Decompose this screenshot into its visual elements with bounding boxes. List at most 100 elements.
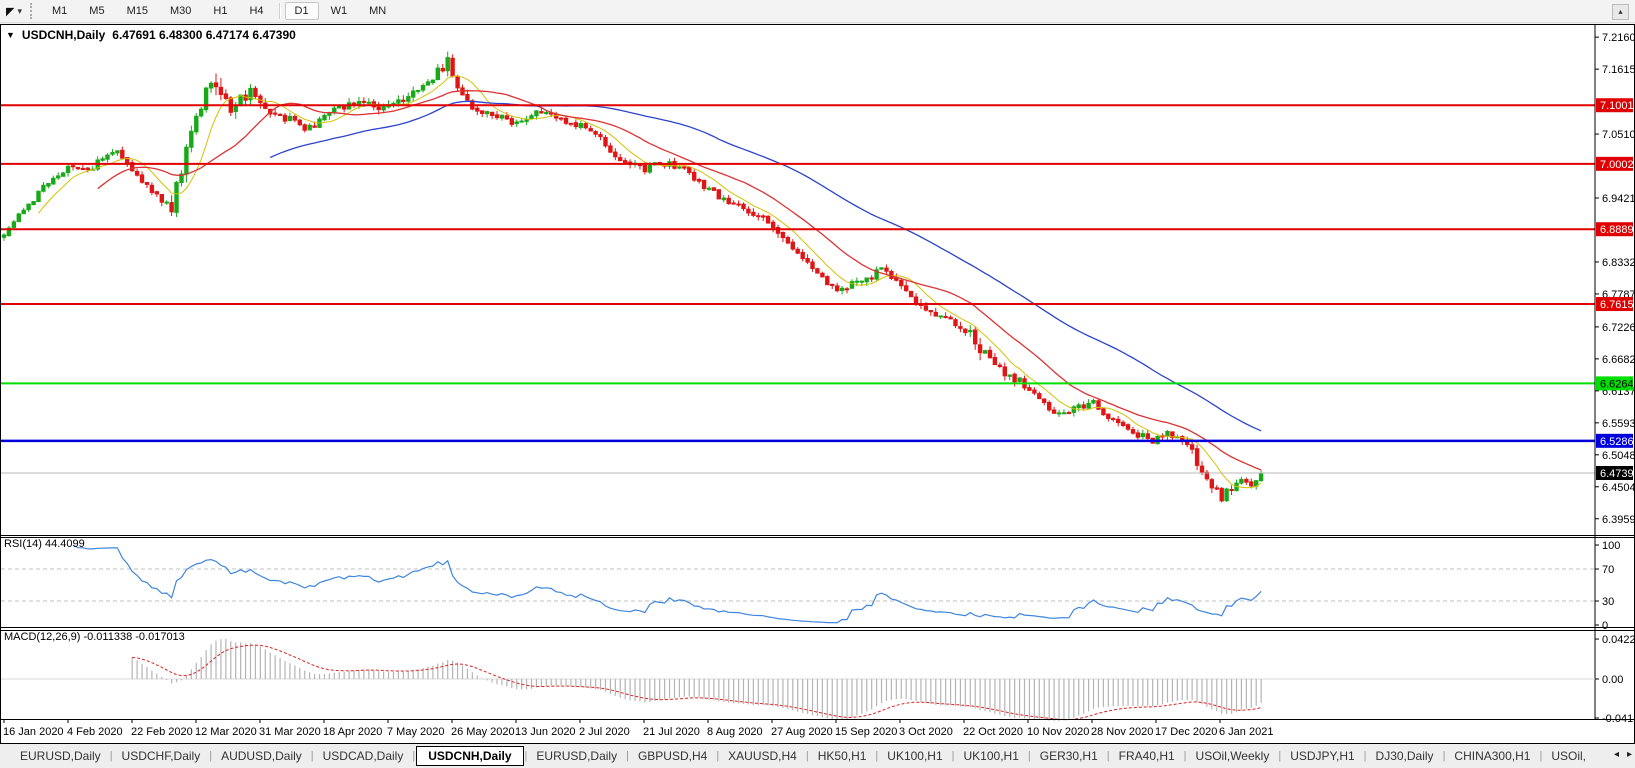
- tab-separator: |: [951, 750, 955, 762]
- tab-separator: |: [109, 750, 113, 762]
- tab-separator: |: [1278, 750, 1282, 762]
- timeframe-button-h1[interactable]: H1: [203, 2, 237, 20]
- chart-tab-usdcnh-daily[interactable]: USDCNH,Daily: [416, 746, 524, 766]
- tab-separator: |: [1183, 750, 1187, 762]
- macd-tick-label: 0.00: [1602, 674, 1623, 686]
- level-badge-6.76157-text: 6.76157: [1600, 299, 1634, 311]
- toolbar-overflow-button[interactable]: ▴: [1612, 4, 1629, 20]
- date-label: 22 Feb 2020: [131, 726, 193, 738]
- chart-symbol-period: USDCNH,Daily: [21, 28, 106, 42]
- date-label: 31 Mar 2020: [259, 726, 321, 738]
- date-label: 22 Oct 2020: [963, 726, 1023, 738]
- tab-separator: |: [209, 750, 213, 762]
- chart-tab-usdcad-daily[interactable]: USDCAD,Daily: [315, 747, 412, 765]
- tab-separator: |: [1539, 750, 1543, 762]
- price-tick-label: 6.50485: [1602, 450, 1634, 462]
- price-tick-label: 7.16155: [1602, 64, 1634, 76]
- price-tick-label: 6.55930: [1602, 418, 1634, 430]
- chart-tab-usoil-[interactable]: USOil,: [1543, 747, 1594, 765]
- moving-average-lines: [38, 75, 1262, 489]
- timeframe-button-group: M1 M5 M15 M30 H1 H4 D1 W1 MN: [41, 2, 397, 20]
- price-tick-label: 6.83320: [1602, 257, 1634, 269]
- date-label: 2 Jul 2020: [579, 726, 630, 738]
- tab-separator: |: [805, 750, 809, 762]
- macd-histogram: [131, 639, 1262, 722]
- timeframe-button-d1[interactable]: D1: [284, 2, 319, 20]
- toolbar-drag-handle[interactable]: [30, 3, 37, 19]
- timeframe-button-w1[interactable]: W1: [321, 2, 358, 20]
- rsi-indicator-label: RSI(14) 44.4099: [4, 538, 85, 550]
- chart-tab-eurusd-daily[interactable]: EURUSD,Daily: [12, 747, 109, 765]
- date-label: 4 Feb 2020: [67, 726, 123, 738]
- date-label: 26 May 2020: [451, 726, 515, 738]
- date-label: 18 Apr 2020: [323, 726, 382, 738]
- chart-tab-uk100-h1[interactable]: UK100,H1: [879, 747, 950, 765]
- chart-tabs: EURUSD,Daily | USDCHF,Daily | AUDUSD,Daily | U…: [12, 746, 1594, 766]
- chart-ohlc-values: 6.47691 6.48300 6.47174 6.47390: [112, 28, 296, 42]
- rsi-pane: 100 70 30 0: [1, 540, 1620, 632]
- chart-tab-ger30-h1[interactable]: GER30,H1: [1032, 747, 1106, 765]
- level-badge-6.52865-text: 6.52865: [1600, 436, 1634, 448]
- tab-separator: |: [310, 750, 314, 762]
- date-label: 21 Jul 2020: [643, 726, 700, 738]
- chart-tab-fra40-h1[interactable]: FRA40,H1: [1111, 747, 1183, 765]
- tab-separator: |: [524, 750, 528, 762]
- chart-tab-dj30-daily[interactable]: DJ30,Daily: [1368, 747, 1442, 765]
- chart-tab-gbpusd-h4[interactable]: GBPUSD,H4: [630, 747, 715, 765]
- chart-tab-uk100-h1[interactable]: UK100,H1: [956, 747, 1027, 765]
- toolbar-separator: [278, 3, 280, 19]
- macd-indicator-label: MACD(12,26,9) -0.011338 -0.017013: [4, 631, 185, 643]
- chart-tab-audusd-daily[interactable]: AUDUSD,Daily: [213, 747, 310, 765]
- chart-tab-xauusd-h4[interactable]: XAUUSD,H4: [720, 747, 805, 765]
- horizontal-levels: [1, 104, 1595, 443]
- price-tick-label: 6.45040: [1602, 482, 1634, 494]
- timeframe-button-m5[interactable]: M5: [79, 2, 114, 20]
- tab-separator: |: [716, 750, 720, 762]
- tab-scroll-right-icon[interactable]: ▸: [1627, 749, 1632, 760]
- date-label: 27 Aug 2020: [771, 726, 833, 738]
- price-tick-label: 7.21600: [1602, 32, 1634, 44]
- date-label: 8 Aug 2020: [707, 726, 763, 738]
- tab-separator: |: [875, 750, 879, 762]
- time-axis: 16 Jan 2020 4 Feb 2020 22 Feb 2020 12 Mar 2…: [1, 719, 1634, 738]
- price-tick-label: 7.05100: [1602, 129, 1634, 141]
- chart-canvas[interactable]: 7.216007.161557.051006.942106.833206.778…: [1, 25, 1634, 741]
- chevron-down-icon: ▾: [17, 5, 22, 16]
- rsi-tick-label: 0: [1602, 620, 1608, 632]
- date-label: 16 Jan 2020: [3, 726, 64, 738]
- top-toolbar: ◤ ▾ M1 M5 M15 M30 H1 H4 D1 W1 MN ▴: [0, 0, 1635, 23]
- macd-tick-label: 0.042275: [1602, 634, 1634, 646]
- date-label: 10 Nov 2020: [1027, 726, 1089, 738]
- chart-tab-usdchf-daily[interactable]: USDCHF,Daily: [114, 747, 209, 765]
- timeframe-button-m30[interactable]: M30: [160, 2, 201, 20]
- date-label: 28 Nov 2020: [1091, 726, 1153, 738]
- cursor-tool-button[interactable]: ◤ ▾: [0, 5, 28, 18]
- chart-title[interactable]: ▼ USDCNH,Daily 6.47691 6.48300 6.47174 6…: [6, 28, 296, 42]
- timeframe-button-mn[interactable]: MN: [359, 2, 396, 20]
- ma-8-line: [38, 75, 1262, 489]
- price-tick-label: 6.94210: [1602, 193, 1634, 205]
- timeframe-button-m15[interactable]: M15: [117, 2, 158, 20]
- date-label: 13 Jun 2020: [515, 726, 576, 738]
- price-axis: 7.216007.161557.051006.942106.833206.778…: [1594, 25, 1634, 719]
- timeframe-button-h4[interactable]: H4: [239, 2, 273, 20]
- tab-scroll-left-icon[interactable]: ◂: [1614, 749, 1619, 760]
- chart-tab-eurusd-daily[interactable]: EURUSD,Daily: [528, 747, 625, 765]
- date-label: 6 Jan 2021: [1219, 726, 1273, 738]
- chart-tab-china300-h1[interactable]: CHINA300,H1: [1446, 747, 1538, 765]
- level-badge-7.00029-text: 7.00029: [1600, 159, 1634, 171]
- chart-tab-hk50-h1[interactable]: HK50,H1: [810, 747, 875, 765]
- ma-55-line: [269, 100, 1262, 432]
- chart-tab-usoil-weekly[interactable]: USOil,Weekly: [1188, 747, 1278, 765]
- timeframe-button-m1[interactable]: M1: [42, 2, 77, 20]
- price-tick-label: 6.66820: [1602, 354, 1634, 366]
- date-label: 12 Mar 2020: [195, 726, 257, 738]
- price-tick-label: 6.39595: [1602, 514, 1634, 526]
- candlestick-series: [1, 51, 1264, 503]
- chart-tab-usdjpy-h1[interactable]: USDJPY,H1: [1282, 747, 1362, 765]
- rsi-tick-label: 70: [1602, 564, 1614, 576]
- level-badge-6.88897-text: 6.88897: [1600, 224, 1634, 236]
- tab-separator: |: [1442, 750, 1446, 762]
- chart-collapse-icon[interactable]: ▼: [6, 30, 15, 40]
- price-tick-label: 6.72265: [1602, 322, 1634, 334]
